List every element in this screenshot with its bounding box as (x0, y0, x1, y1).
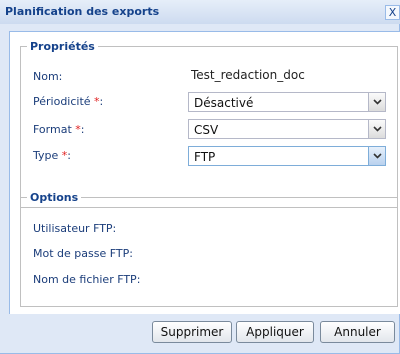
format-label-text: Format (33, 123, 72, 136)
chevron-down-icon (373, 99, 382, 105)
label-colon: : (80, 123, 85, 136)
chevron-down-icon (373, 153, 382, 159)
ftp-filename-label: Nom de fichier FTP: (33, 273, 141, 286)
periodicity-select[interactable]: Désactivé (188, 92, 386, 112)
label-colon: : (99, 95, 104, 108)
ftp-password-label: Mot de passe FTP: (33, 247, 133, 260)
format-select[interactable]: CSV (188, 119, 386, 139)
periodicity-dropdown-trigger[interactable] (368, 93, 385, 111)
format-label: Format *: (33, 123, 84, 136)
format-dropdown-trigger[interactable] (368, 120, 385, 138)
type-dropdown-trigger[interactable] (368, 147, 385, 165)
name-label: Nom: (33, 70, 63, 83)
delete-button[interactable]: Supprimer (152, 321, 232, 343)
export-scheduling-dialog: Planification des exports X Propriétés N… (0, 0, 400, 354)
format-select-value: CSV (194, 123, 219, 137)
name-value: Test_redaction_doc (191, 68, 305, 82)
dialog-body: Propriétés Nom: Test_redaction_doc Pério… (9, 31, 400, 314)
type-label-text: Type (33, 149, 59, 162)
periodicity-label-text: Périodicité (33, 95, 91, 108)
cancel-button[interactable]: Annuler (320, 321, 395, 343)
dialog-titlebar[interactable]: Planification des exports X (0, 0, 400, 24)
label-colon: : (67, 149, 71, 162)
close-button[interactable]: X (385, 5, 400, 20)
options-legend: Options (30, 191, 79, 204)
type-select[interactable]: FTP (188, 146, 386, 166)
type-label: Type *: (33, 149, 71, 162)
type-select-value: FTP (194, 150, 216, 164)
periodicity-select-value: Désactivé (194, 96, 254, 110)
periodicity-label: Périodicité *: (33, 95, 103, 108)
dialog-title: Planification des exports (5, 5, 160, 18)
properties-legend: Propriétés (30, 40, 95, 53)
chevron-down-icon (373, 126, 382, 132)
ftp-user-label: Utilisateur FTP: (33, 222, 117, 235)
close-icon: X (388, 6, 397, 19)
apply-button[interactable]: Appliquer (236, 321, 314, 343)
